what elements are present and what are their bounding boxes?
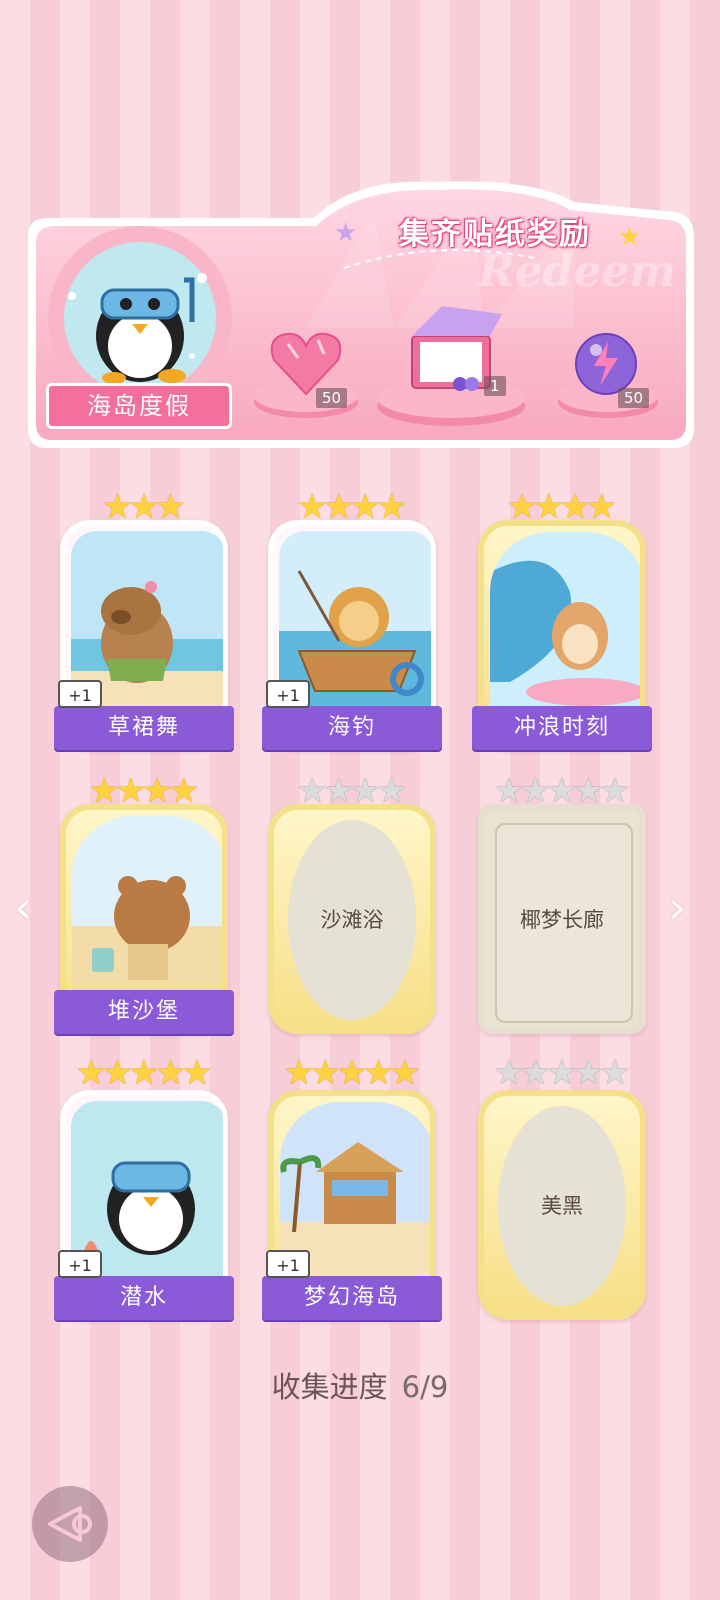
star-rating: ★★★★★: [478, 1056, 646, 1090]
previous-page-arrow-icon[interactable]: ‹: [14, 880, 32, 934]
star-rating: ★★★★★: [268, 1056, 436, 1090]
sticker-card-locked[interactable]: ★★★★★ 椰梦长廊: [478, 774, 646, 1034]
star-rating: ★★★: [60, 490, 228, 524]
progress-value: 6/9: [401, 1370, 449, 1404]
album-name-label: 海岛度假: [46, 383, 232, 429]
back-button[interactable]: [32, 1486, 108, 1562]
star-icon: ★: [599, 1053, 631, 1093]
star-icon: ★: [376, 771, 407, 811]
star-rating: ★★★★: [478, 490, 646, 524]
card-name: 梦幻海岛: [262, 1276, 442, 1320]
sticker-card[interactable]: ★★★ +1 草裙舞: [54, 490, 234, 750]
sticker-card-locked[interactable]: ★★★★ 沙滩浴: [268, 774, 436, 1034]
card-name: 堆沙堡: [54, 990, 234, 1034]
star-icon: ★: [586, 487, 617, 527]
collect-reward-title: 集齐贴纸奖励: [399, 217, 591, 252]
card-name: 冲浪时刻: [472, 706, 652, 750]
card-name: 海钓: [262, 706, 442, 750]
star-icon: ★: [155, 487, 186, 527]
sticker-card[interactable]: ★★★★★ +1 潜水: [54, 1056, 234, 1320]
gift-box-bundle-icon: [377, 306, 525, 426]
star-rating: ★★★★: [60, 774, 228, 808]
star-rating: ★★★★★: [478, 774, 646, 808]
star-decoration-icon: ★: [618, 222, 642, 252]
next-page-arrow-icon[interactable]: ›: [668, 880, 686, 934]
plus-one-badge: +1: [58, 680, 102, 708]
sticker-card[interactable]: ★★★★ +1 海钓: [262, 490, 442, 750]
card-name: 潜水: [54, 1276, 234, 1320]
star-rating: ★★★★★: [60, 1056, 228, 1090]
card-name: 草裙舞: [54, 706, 234, 750]
card-name: 沙滩浴: [320, 908, 384, 932]
back-arrow-icon: [48, 1506, 92, 1542]
star-icon: ★: [376, 487, 407, 527]
star-decoration-icon: ★: [334, 218, 358, 248]
card-name: 椰梦长廊: [520, 908, 604, 932]
sticker-card[interactable]: ★★★★ 冲浪时刻: [472, 490, 652, 750]
star-icon: ★: [181, 1053, 213, 1093]
star-rating: ★★★★: [268, 774, 436, 808]
sticker-card[interactable]: ★★★★ 堆沙堡: [54, 774, 234, 1034]
plus-one-badge: +1: [266, 1250, 310, 1278]
collection-progress: 收集进度 6/9: [0, 1364, 720, 1406]
sticker-card[interactable]: ★★★★★ +1 梦幻海岛: [262, 1056, 442, 1320]
progress-label: 收集进度: [271, 1370, 388, 1404]
card-name: 美黑: [541, 1194, 583, 1218]
reward-count: 50: [618, 388, 650, 408]
star-icon: ★: [599, 771, 631, 811]
star-icon: ★: [389, 1053, 421, 1093]
reward-count: 1: [484, 376, 506, 396]
plus-one-badge: +1: [266, 680, 310, 708]
star-rating: ★★★★: [268, 490, 436, 524]
plus-one-badge: +1: [58, 1250, 102, 1278]
bear-sandcastle-icon: [72, 816, 222, 1006]
reward-count: 50: [316, 388, 348, 408]
star-icon: ★: [168, 771, 199, 811]
sticker-card-locked[interactable]: ★★★★★ 美黑: [478, 1056, 646, 1320]
hamster-surfing-icon: [490, 532, 640, 722]
